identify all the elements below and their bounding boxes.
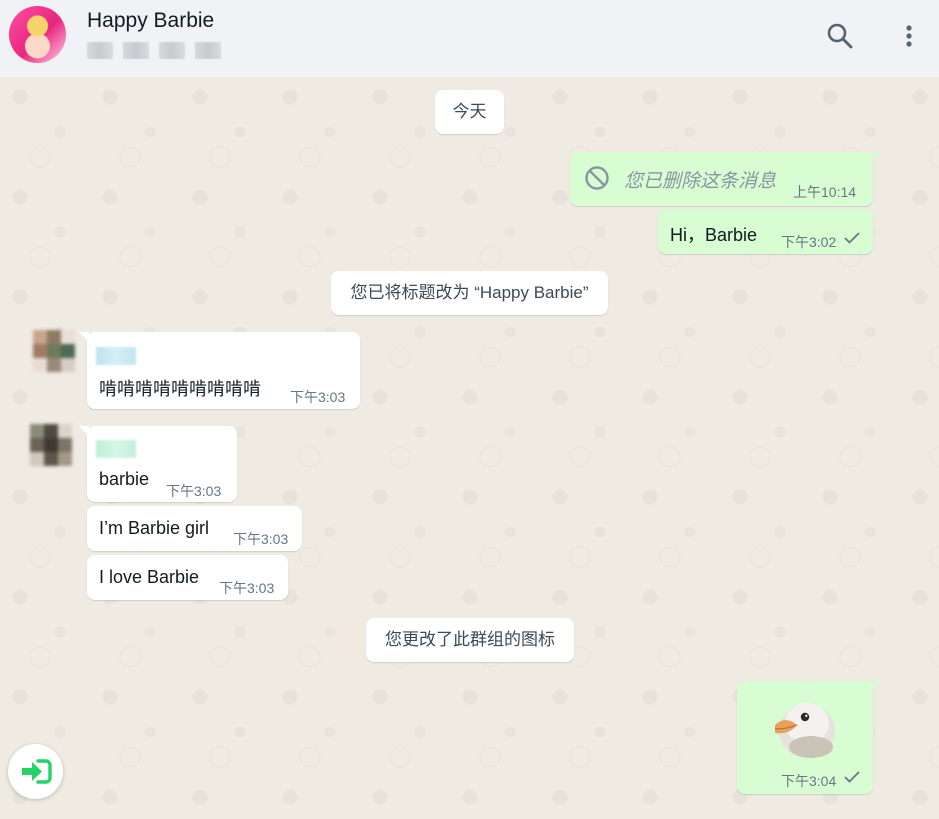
incoming-message-bubble[interactable]: I love Barbie 下午3:03 xyxy=(87,555,288,600)
message-time: 下午3:03 xyxy=(166,483,222,499)
deleted-message-bubble[interactable]: 您已删除这条消息 上午10:14 xyxy=(570,152,881,206)
chat-title[interactable]: Happy Barbie xyxy=(87,9,214,33)
participant-name-blur xyxy=(123,42,149,59)
search-icon[interactable] xyxy=(824,20,856,52)
date-pill: 今天 xyxy=(435,90,504,134)
chat-header: Happy Barbie xyxy=(0,0,939,77)
sender-name-blur xyxy=(96,440,136,458)
sticker-message-bubble[interactable]: 下午3:04 xyxy=(737,681,881,794)
incoming-message-bubble[interactable]: 啃啃啃啃啃啃啃啃啃 下午3:03 xyxy=(79,332,360,409)
incoming-message-bubble[interactable]: barbie 下午3:03 xyxy=(79,426,237,502)
message-text: I love Barbie xyxy=(99,567,200,587)
deleted-message-text: 您已删除这条消息 xyxy=(624,171,777,192)
system-message-icon-change: 您更改了此群组的图标 xyxy=(366,618,574,662)
message-time: 下午3:03 xyxy=(290,389,346,405)
message-text: I’m Barbie girl xyxy=(99,518,210,538)
participant-name-blur xyxy=(159,42,185,59)
participant-name-blur xyxy=(87,42,113,59)
enter-icon[interactable] xyxy=(8,744,63,799)
message-text: barbie xyxy=(99,469,150,489)
participant-name-blur xyxy=(195,42,221,59)
message-time: 上午10:14 xyxy=(793,184,857,200)
sent-check-icon xyxy=(843,770,861,784)
bird-sticker xyxy=(767,695,839,761)
outgoing-message-bubble[interactable]: Hi，Barbie 下午3:02 xyxy=(658,209,873,254)
participants-subtitle xyxy=(87,42,221,59)
sender-avatar[interactable] xyxy=(33,330,75,372)
message-time: 下午3:04 xyxy=(781,773,837,789)
blocked-icon xyxy=(584,165,610,191)
message-time: 下午3:03 xyxy=(219,580,275,596)
message-text: Hi，Barbie xyxy=(670,225,758,245)
sent-check-icon xyxy=(843,231,861,245)
sender-avatar[interactable] xyxy=(30,424,72,466)
system-message-title-change: 您已将标题改为 “Happy Barbie” xyxy=(331,271,608,315)
message-time: 下午3:03 xyxy=(233,531,289,547)
incoming-message-bubble[interactable]: I’m Barbie girl 下午3:03 xyxy=(87,506,302,551)
message-text: 啃啃啃啃啃啃啃啃啃 xyxy=(99,379,261,399)
more-vertical-icon[interactable] xyxy=(897,20,921,52)
sender-name-blur xyxy=(96,347,136,365)
message-time: 下午3:02 xyxy=(781,234,837,250)
group-avatar[interactable] xyxy=(9,6,66,63)
